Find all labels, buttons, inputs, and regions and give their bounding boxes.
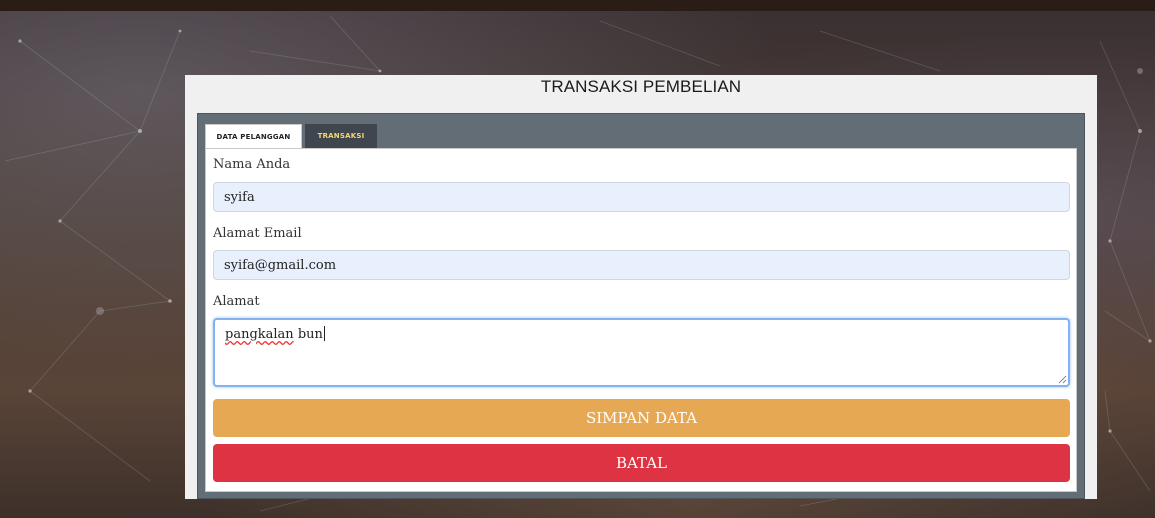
name-label: Nama Anda — [213, 157, 291, 172]
tabs-container: DATA PELANGGAN TRANSAKSI Nama Anda Alama… — [197, 113, 1085, 499]
page-title: TRANSAKSI PEMBELIAN — [540, 77, 742, 96]
save-button[interactable]: SIMPAN DATA — [213, 399, 1070, 437]
address-misspelled-word: pangkalan — [225, 327, 294, 342]
top-bar — [0, 0, 1155, 11]
customer-form: Nama Anda Alamat Email Alamat pangkalan … — [205, 148, 1077, 492]
name-input[interactable] — [213, 182, 1070, 212]
tab-transaksi[interactable]: TRANSAKSI — [305, 124, 377, 148]
cancel-button[interactable]: BATAL — [213, 444, 1070, 482]
text-caret — [323, 326, 325, 341]
address-text: bun — [293, 327, 323, 342]
email-input[interactable] — [213, 250, 1070, 280]
email-label: Alamat Email — [213, 226, 302, 241]
transaction-panel: TRANSAKSI PEMBELIAN DATA PELANGGAN TRANS… — [185, 75, 1097, 499]
resize-grip-icon[interactable] — [1058, 375, 1067, 384]
tab-data-pelanggan[interactable]: DATA PELANGGAN — [205, 124, 302, 149]
address-textarea[interactable]: pangkalan bun — [213, 318, 1070, 387]
address-label: Alamat — [213, 294, 260, 309]
